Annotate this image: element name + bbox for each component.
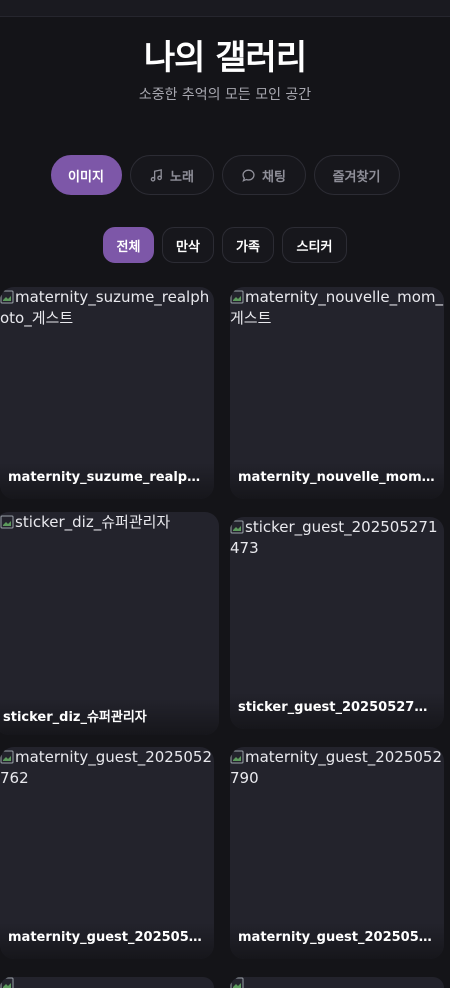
filter-all-label: 전체 xyxy=(116,239,141,255)
gallery-caption: maternity_suzume_realpho... xyxy=(0,463,214,499)
gallery-card[interactable]: maternity_nouvelle_mom_게스트 maternity_nou… xyxy=(230,287,444,499)
gallery-card[interactable]: sticker_guest_202505271473 sticker_guest… xyxy=(230,517,444,729)
gallery-image-alt: maternity_guest_2025052790 xyxy=(230,748,443,787)
tab-songs-label: 노래 xyxy=(170,169,194,185)
gallery-image: sticker_guest_202505271473 xyxy=(230,517,444,559)
broken-image-icon xyxy=(230,520,244,534)
broken-image-icon xyxy=(0,977,14,988)
gallery-image-alt: maternity_nouvelle_mom_게스트 xyxy=(230,288,444,327)
broken-image-icon xyxy=(0,290,14,304)
gallery-image: maternity_nouvelle_mom_게스트 xyxy=(230,287,444,329)
gallery-caption: maternity_guest_20250527... xyxy=(230,923,444,959)
page-subtitle: 소중한 추억의 모든 모인 공간 xyxy=(138,87,312,103)
gallery-image: sticker_diz_슈퍼관리자 xyxy=(0,512,219,533)
tab-favorites[interactable]: 즐겨찾기 xyxy=(313,155,400,195)
filter-sticker-label: 스티커 xyxy=(296,239,333,255)
gallery-caption: maternity_nouvelle_mom_... xyxy=(230,463,444,499)
tab-songs[interactable]: 노래 xyxy=(129,155,214,195)
filter-family-label: 가족 xyxy=(236,239,260,255)
broken-image-icon xyxy=(230,750,244,764)
filter-maternity[interactable]: 만삭 xyxy=(162,227,214,263)
gallery-image: maternity_guest_2025052762 xyxy=(0,747,214,789)
tab-images-label: 이미지 xyxy=(68,169,104,185)
chat-bubble-icon xyxy=(242,168,255,182)
gallery-image-alt: maternity_suzume_realphoto_게스트 xyxy=(0,288,210,327)
broken-image-icon xyxy=(0,515,14,529)
page-title: 나의 갤러리 xyxy=(143,38,307,78)
gallery-card[interactable]: maternity_guest_2025052790 maternity_gue… xyxy=(230,747,444,959)
category-tabs: 이미지 노래 채팅 즐겨찾기 xyxy=(0,155,450,195)
gallery-card-partial[interactable] xyxy=(230,977,444,988)
gallery-image-alt: sticker_guest_202505271473 xyxy=(230,518,438,557)
filter-chips: 전체 만삭 가족 스티커 xyxy=(0,227,450,263)
gallery-image-alt: sticker_diz_슈퍼관리자 xyxy=(15,513,171,531)
gallery-image: maternity_guest_2025052790 xyxy=(230,747,444,789)
gallery-image-alt: maternity_guest_2025052762 xyxy=(0,748,213,787)
music-note-icon xyxy=(150,168,162,182)
tab-chat[interactable]: 채팅 xyxy=(221,155,306,195)
broken-image-icon xyxy=(230,290,244,304)
top-bar xyxy=(0,0,450,17)
filter-sticker[interactable]: 스티커 xyxy=(282,227,347,263)
gallery-caption: sticker_diz_슈퍼관리자 xyxy=(0,699,219,735)
gallery-caption: maternity_guest_20250527... xyxy=(0,923,214,959)
gallery-image: maternity_suzume_realphoto_게스트 xyxy=(0,287,214,329)
filter-family[interactable]: 가족 xyxy=(222,227,274,263)
filter-maternity-label: 만삭 xyxy=(176,239,200,255)
tab-favorites-label: 즐겨찾기 xyxy=(332,169,381,185)
gallery-card-partial[interactable] xyxy=(0,977,214,988)
gallery-card[interactable]: maternity_suzume_realphoto_게스트 maternity… xyxy=(0,287,214,499)
gallery-card[interactable]: sticker_diz_슈퍼관리자 sticker_diz_슈퍼관리자 xyxy=(0,512,219,735)
filter-all[interactable]: 전체 xyxy=(103,227,154,263)
gallery-caption: sticker_guest_202505271473 xyxy=(230,693,444,729)
tab-images[interactable]: 이미지 xyxy=(50,155,122,195)
broken-image-icon xyxy=(230,977,244,988)
broken-image-icon xyxy=(0,750,14,764)
tab-chat-label: 채팅 xyxy=(262,169,286,185)
gallery-card[interactable]: maternity_guest_2025052762 maternity_gue… xyxy=(0,747,214,959)
